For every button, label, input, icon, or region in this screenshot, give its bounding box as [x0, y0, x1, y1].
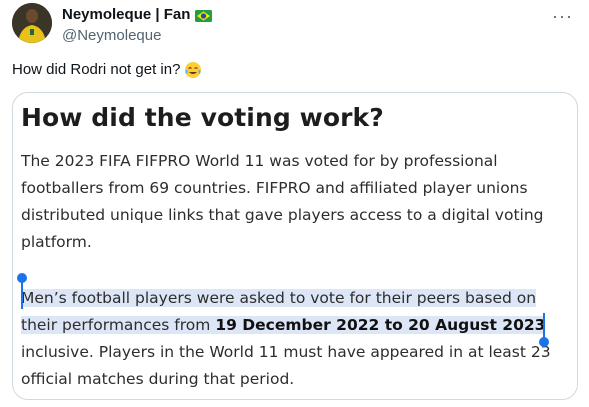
voting-paragraph-1: The 2023 FIFA FIFPRO World 11 was voted …: [21, 148, 571, 256]
author-display-name[interactable]: Neymoleque | Fan: [62, 6, 190, 24]
highlighted-text: their performances from: [21, 316, 216, 334]
more-options-icon[interactable]: ···: [552, 6, 573, 27]
tweet-header: Neymoleque | Fan @Neymoleque: [62, 6, 213, 46]
paragraph-line: distributed unique links that gave playe…: [21, 206, 544, 224]
paragraph-line: inclusive. Players in the World 11 must …: [21, 343, 551, 361]
screenshot-card[interactable]: How did the voting work? The 2023 FIFA F…: [12, 92, 578, 400]
highlighted-text: Men’s football players were asked to vot…: [21, 289, 537, 307]
paragraph-line: platform.: [21, 233, 92, 251]
selection-start-handle[interactable]: [17, 273, 27, 283]
card-title: How did the voting work?: [21, 103, 384, 132]
selection-start-bar: [21, 279, 23, 309]
avatar[interactable]: [12, 3, 52, 43]
voting-paragraph-2: Men’s football players were asked to vot…: [21, 285, 573, 393]
date-range: 19 December 2022 to 20 August 2023: [215, 316, 546, 334]
brazil-flag-icon: [195, 9, 213, 22]
paragraph-line: The 2023 FIFA FIFPRO World 11 was voted …: [21, 152, 498, 170]
paragraph-line: footballers from 69 countries. FIFPRO an…: [21, 179, 528, 197]
tweet-body: How did Rodri not get in?: [12, 61, 181, 78]
paragraph-line: official matches during that period.: [21, 370, 295, 388]
author-handle[interactable]: @Neymoleque: [62, 26, 212, 46]
selection-end-handle[interactable]: [539, 337, 549, 347]
tweet-text: How did Rodri not get in?: [12, 60, 202, 80]
tears-of-joy-emoji-icon: [184, 61, 202, 79]
